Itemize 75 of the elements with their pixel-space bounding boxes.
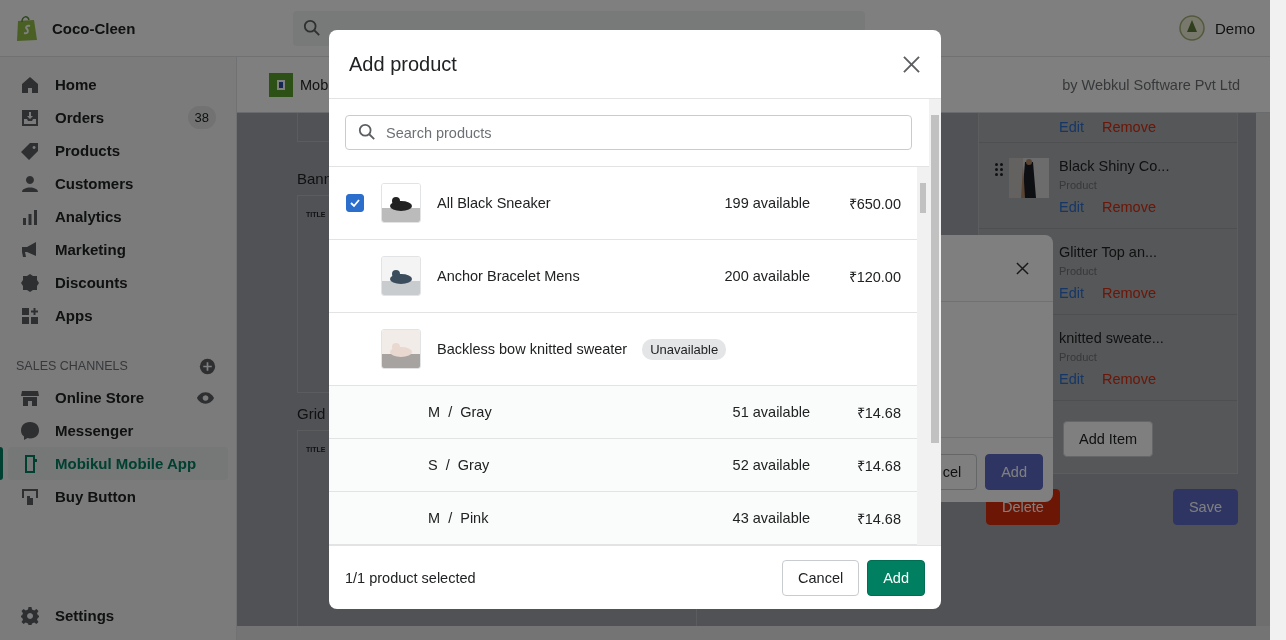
product-row[interactable]: Anchor Bracelet Mens 200 available ₹120.00 <box>329 240 917 313</box>
item-name: knitted sweate... <box>1059 330 1164 346</box>
scrollbar[interactable] <box>1256 113 1270 626</box>
product-name: All Black Sneaker <box>437 195 551 211</box>
price: ₹650.00 <box>848 196 901 212</box>
scrollbar[interactable] <box>1270 0 1286 640</box>
close-icon[interactable] <box>1016 261 1029 275</box>
cancel-button[interactable]: Cancel <box>782 559 860 596</box>
checkbox[interactable] <box>346 194 364 212</box>
nav-item[interactable]: Settings <box>0 599 228 632</box>
stock-count: 43 available <box>732 510 810 526</box>
home-icon <box>20 74 40 95</box>
tag-icon <box>20 140 40 161</box>
variant-name: M / Pink <box>428 510 489 526</box>
product-row[interactable]: All Black Sneaker 199 available ₹650.00 <box>329 167 917 240</box>
stock-count: 199 available <box>724 195 810 211</box>
nav-item[interactable]: Discounts <box>0 266 228 299</box>
add-button[interactable]: Add <box>985 454 1043 490</box>
cursor-icon <box>20 486 40 507</box>
section-heading: SALES CHANNELS <box>16 359 128 373</box>
avatar-icon[interactable] <box>1179 15 1205 41</box>
product-name: Anchor Bracelet Mens <box>437 268 580 284</box>
nav-item[interactable]: Customers <box>0 167 228 200</box>
chat-bubble-icon <box>20 420 40 441</box>
app-logo-icon <box>269 72 293 97</box>
status-badge: Unavailable <box>642 338 727 360</box>
selection-summary: 1/1 product selected <box>345 569 476 586</box>
add-icon[interactable] <box>199 357 216 375</box>
count-badge: 38 <box>187 106 216 129</box>
page-title: Mob <box>300 76 329 93</box>
nav-item[interactable]: Orders 38 <box>0 101 228 134</box>
variant-name: S / Gray <box>428 457 490 473</box>
tray-icon <box>20 107 40 128</box>
nav-item[interactable]: Online Store <box>0 381 228 414</box>
stock-count: 52 available <box>732 457 810 473</box>
search-field[interactable]: Search products <box>345 115 912 150</box>
close-icon[interactable] <box>903 55 920 73</box>
nav-item[interactable]: Analytics <box>0 200 228 233</box>
price: ₹14.68 <box>856 458 901 474</box>
item-name: Glitter Top an... <box>1059 244 1158 260</box>
price: ₹14.68 <box>856 511 901 527</box>
save-button[interactable]: Save <box>1172 489 1238 525</box>
nav-item[interactable]: Products <box>0 134 228 167</box>
stock-count: 200 available <box>724 268 810 284</box>
store-name: Coco-Cleen <box>52 19 136 37</box>
person-icon <box>20 173 40 194</box>
dialog-title: Add product <box>349 52 457 76</box>
nav-item[interactable]: Home <box>0 68 228 101</box>
badge-icon <box>20 272 40 293</box>
stock-count: 51 available <box>732 404 810 420</box>
scrollbar[interactable] <box>929 99 941 545</box>
account-name[interactable]: Demo <box>1215 19 1255 37</box>
product-name: Backless bow knitted sweater <box>437 341 628 357</box>
price: ₹120.00 <box>848 269 901 285</box>
variant-name: M / Gray <box>428 404 492 420</box>
checkmark-icon <box>349 197 361 209</box>
apps-icon <box>20 305 40 326</box>
price: ₹14.68 <box>856 405 901 421</box>
item-name: Black Shiny Co... <box>1059 158 1170 174</box>
settings-icon <box>20 605 40 626</box>
section-title: Grid <box>297 405 326 422</box>
drag-handle-icon[interactable] <box>995 163 1003 176</box>
search-icon <box>358 123 376 141</box>
add-button[interactable]: Add <box>867 559 925 596</box>
nav-item[interactable]: Apps <box>0 299 228 332</box>
nav-item[interactable]: Marketing <box>0 233 228 266</box>
scrollbar[interactable] <box>237 626 1270 640</box>
search-icon <box>303 18 321 37</box>
shopping-bag-icon <box>14 14 40 42</box>
byline: by Webkul Software Pvt Ltd <box>1062 76 1240 93</box>
nav-item[interactable]: Buy Button <box>0 480 228 513</box>
eye-icon[interactable] <box>196 390 215 405</box>
add-item-button[interactable]: Add Item <box>1063 421 1154 457</box>
scrollbar[interactable] <box>917 167 929 545</box>
nav-item[interactable]: Messenger <box>0 414 228 447</box>
